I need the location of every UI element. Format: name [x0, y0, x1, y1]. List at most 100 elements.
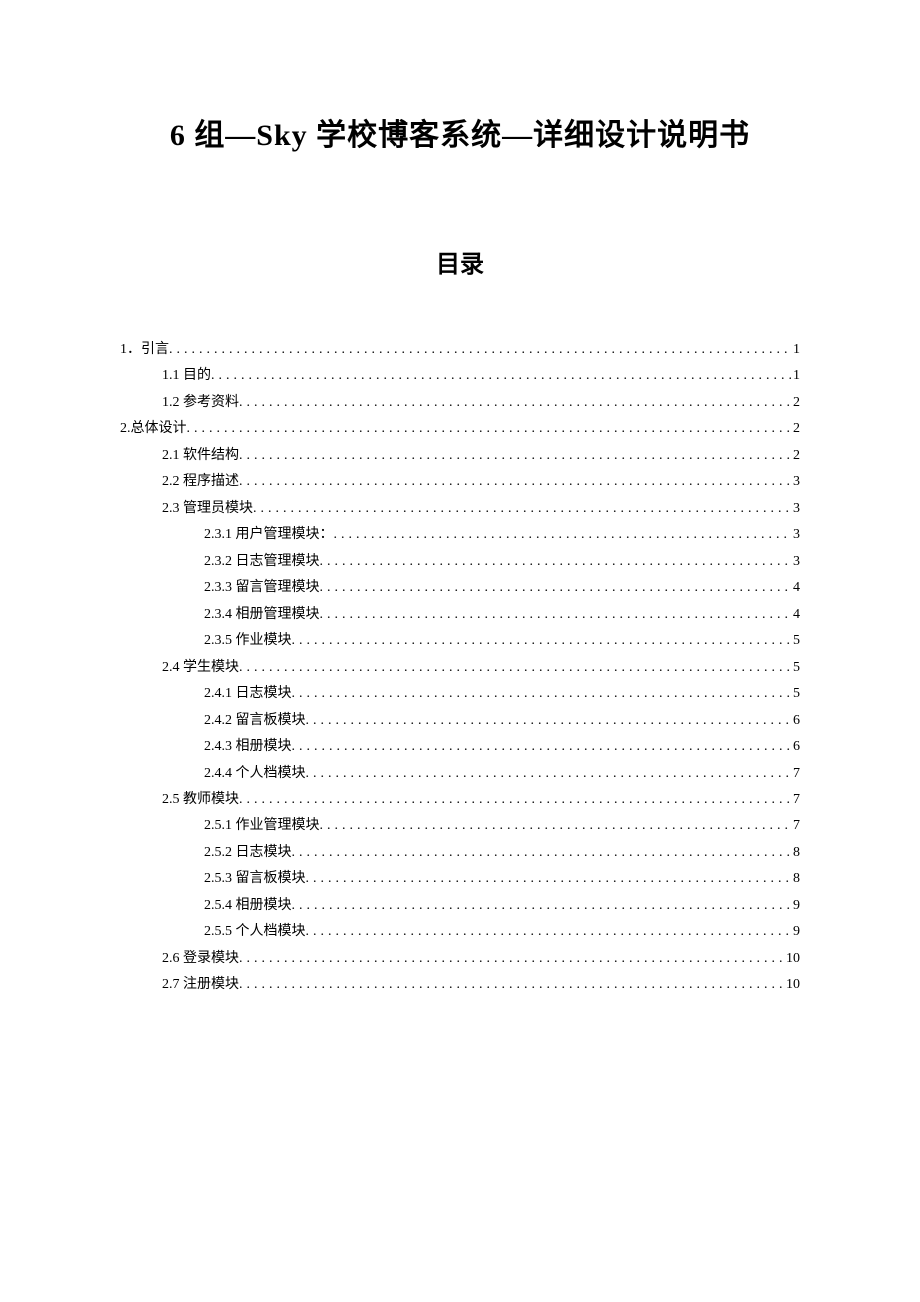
- toc-entry-page: 8: [791, 840, 800, 865]
- toc-entry: 2.4.1 日志模块 5: [120, 681, 800, 706]
- toc-entry-label: 2.1 软件结构: [162, 443, 239, 468]
- toc-entry-label: 2.3.5 作业模块: [204, 628, 292, 653]
- toc-entry-label: 2.4.2 留言板模块: [204, 708, 306, 733]
- toc-leader-dots: [292, 734, 792, 759]
- document-title: 6 组—Sky 学校博客系统—详细设计说明书: [120, 110, 800, 154]
- toc-entry-label: 2.5.5 个人档模块: [204, 919, 306, 944]
- toc-heading: 目录: [120, 244, 800, 279]
- toc-entry-page: 7: [791, 761, 800, 786]
- toc-entry: 2.5.5 个人档模块 9: [120, 919, 800, 944]
- toc-entry: 2.5.1 作业管理模块 7: [120, 813, 800, 838]
- toc-entry-label: 2.4.4 个人档模块: [204, 761, 306, 786]
- toc-entry-label: 2.4.1 日志模块: [204, 681, 292, 706]
- toc-entry-page: 7: [791, 787, 800, 812]
- toc-leader-dots: [292, 893, 792, 918]
- toc-entry-page: 2: [791, 416, 800, 441]
- toc-entry-page: 6: [791, 708, 800, 733]
- toc-entry: 2.5.4 相册模块 9: [120, 893, 800, 918]
- toc-entry-label: 2.3 管理员模块: [162, 496, 253, 521]
- toc-leader-dots: [306, 919, 792, 944]
- toc-entry-page: 1: [791, 363, 800, 388]
- toc-entry: 2.5.2 日志模块 8: [120, 840, 800, 865]
- toc-entry: 2.3.1 用户管理模块：3: [120, 522, 800, 547]
- toc-leader-dots: [320, 813, 792, 838]
- toc-entry-page: 5: [791, 628, 800, 653]
- toc-entry: 2.4.2 留言板模块 6: [120, 708, 800, 733]
- toc-leader-dots: [239, 390, 791, 415]
- toc-leader-dots: [239, 787, 791, 812]
- toc-entry: 1.2 参考资料 2: [120, 390, 800, 415]
- toc-entry-page: 2: [791, 443, 800, 468]
- toc-entry-label: 2.总体设计: [120, 416, 187, 441]
- toc-entry-page: 5: [791, 681, 800, 706]
- toc-entry-page: 9: [791, 893, 800, 918]
- toc-leader-dots: [211, 363, 791, 388]
- toc-entry-label: 2.6 登录模块: [162, 946, 239, 971]
- toc-entry-label: 2.5.2 日志模块: [204, 840, 292, 865]
- toc-entry-page: 7: [791, 813, 800, 838]
- toc-entry-label: 2.5.1 作业管理模块: [204, 813, 320, 838]
- toc-entry-label: 1.2 参考资料: [162, 390, 239, 415]
- toc-entry-page: 3: [791, 469, 800, 494]
- toc-entry-label: 1．引言: [120, 337, 169, 362]
- toc-entry-label: 2.3.2 日志管理模块: [204, 549, 320, 574]
- toc-entry-label: 1.1 目的: [162, 363, 211, 388]
- toc-entry: 2.7 注册模块10: [120, 972, 800, 997]
- toc-entry: 2.3.5 作业模块 5: [120, 628, 800, 653]
- toc-entry-page: 3: [791, 496, 800, 521]
- toc-leader-dots: [169, 337, 791, 362]
- toc-leader-dots: [253, 496, 791, 521]
- toc-entry-page: 2: [791, 390, 800, 415]
- toc-entry: 1．引言 1: [120, 337, 800, 362]
- toc-entry-page: 3: [791, 522, 800, 547]
- toc-entry: 1.1 目的 1: [120, 363, 800, 388]
- toc-leader-dots: [320, 549, 792, 574]
- toc-entry-label: 2.4 学生模块: [162, 655, 239, 680]
- toc-entry-page: 1: [791, 337, 800, 362]
- toc-entry-label: 2.3.4 相册管理模块: [204, 602, 320, 627]
- toc-entry-label: 2.5 教师模块: [162, 787, 239, 812]
- toc-entry: 2.5 教师模块 7: [120, 787, 800, 812]
- toc-entry: 2.3 管理员模块 3: [120, 496, 800, 521]
- toc-entry: 2.6 登录模块 10: [120, 946, 800, 971]
- toc-entry: 2.4.4 个人档模块 7: [120, 761, 800, 786]
- toc-entry-page: 5: [791, 655, 800, 680]
- toc-leader-dots: [320, 602, 792, 627]
- toc-entry-label: 2.5.3 留言板模块: [204, 866, 306, 891]
- toc-entry: 2.1 软件结构 2: [120, 443, 800, 468]
- toc-entry-page: 4: [791, 602, 800, 627]
- toc-leader-dots: [292, 628, 792, 653]
- toc-entry-page: 6: [791, 734, 800, 759]
- toc-leader-dots: [306, 761, 792, 786]
- table-of-contents: 1．引言 1 1.1 目的 1 1.2 参考资料 2 2.总体设计 2 2.1 软件结构 2 2.2…: [120, 337, 800, 998]
- toc-leader-dots: [306, 708, 792, 733]
- toc-entry: 2.4.3 相册模块 6: [120, 734, 800, 759]
- toc-leader-dots: [334, 522, 792, 547]
- toc-leader-dots: [320, 575, 792, 600]
- toc-entry: 2.总体设计 2: [120, 416, 800, 441]
- toc-entry-page: 10: [784, 946, 800, 971]
- toc-leader-dots: [239, 469, 791, 494]
- toc-entry-label: 2.2 程序描述: [162, 469, 239, 494]
- toc-entry-page: 3: [791, 549, 800, 574]
- toc-leader-dots: [306, 866, 792, 891]
- toc-leader-dots: [292, 840, 792, 865]
- toc-leader-dots: [239, 972, 784, 997]
- toc-entry: 2.3.3 留言管理模块 4: [120, 575, 800, 600]
- toc-leader-dots: [239, 946, 784, 971]
- toc-entry-label: 2.7 注册模块: [162, 972, 239, 997]
- toc-leader-dots: [292, 681, 792, 706]
- toc-entry: 2.3.4 相册管理模块 4: [120, 602, 800, 627]
- toc-entry-label: 2.4.3 相册模块: [204, 734, 292, 759]
- toc-entry-label: 2.5.4 相册模块: [204, 893, 292, 918]
- toc-entry-page: 9: [791, 919, 800, 944]
- toc-leader-dots: [187, 416, 792, 441]
- toc-entry-page: 8: [791, 866, 800, 891]
- toc-leader-dots: [239, 655, 791, 680]
- toc-leader-dots: [239, 443, 791, 468]
- toc-entry: 2.4 学生模块 5: [120, 655, 800, 680]
- toc-entry-label: 2.3.3 留言管理模块: [204, 575, 320, 600]
- toc-entry: 2.5.3 留言板模块 8: [120, 866, 800, 891]
- toc-entry: 2.3.2 日志管理模块 3: [120, 549, 800, 574]
- toc-entry-page: 4: [791, 575, 800, 600]
